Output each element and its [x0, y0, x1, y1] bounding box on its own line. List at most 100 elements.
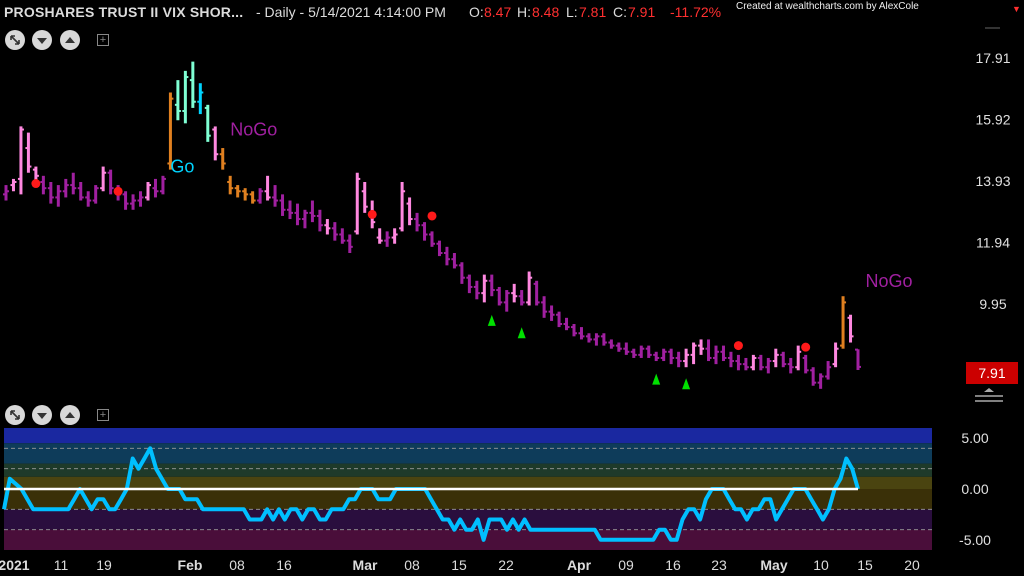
x-tick-label: 08 [404, 557, 420, 573]
price-bar [406, 197, 413, 226]
price-bar [249, 191, 256, 204]
price-bar [122, 191, 129, 210]
x-tick-label: 2021 [0, 557, 30, 573]
price-bar [518, 290, 525, 306]
price-bar [645, 345, 652, 358]
price-bar [152, 178, 159, 198]
red-dot-signal [801, 342, 811, 352]
price-bar [556, 311, 563, 328]
price-bar [257, 188, 264, 204]
x-tick-label: 15 [857, 557, 873, 573]
price-bar [780, 351, 787, 368]
price-bar [802, 354, 809, 374]
oscillator-zone-band [4, 529, 932, 550]
x-tick-label: 16 [665, 557, 681, 573]
price-bar [503, 290, 510, 312]
price-bar [757, 354, 764, 371]
price-bar [421, 222, 428, 241]
x-tick-label: Feb [178, 557, 203, 573]
x-tick-label: 09 [618, 557, 634, 573]
oscillator-y-tick-label: 5.00 [961, 430, 988, 446]
price-bar [107, 169, 114, 195]
price-bar [309, 200, 316, 223]
trend-annotation: NoGo [230, 120, 277, 140]
x-tick-label: 11 [54, 557, 69, 573]
x-tick-label: Apr [567, 557, 592, 573]
price-bar [855, 348, 861, 370]
oscillator-zone-band [4, 463, 932, 477]
price-bar [399, 182, 406, 232]
oscillator-zone-band [4, 476, 932, 489]
red-dot-signal [367, 209, 377, 219]
price-bar [795, 345, 802, 371]
price-bar [376, 228, 383, 244]
price-bar [55, 185, 62, 207]
x-tick-label: 22 [498, 557, 514, 573]
price-bar [316, 209, 323, 232]
price-bar [40, 175, 47, 195]
price-bar [675, 351, 682, 368]
price-bar [526, 271, 533, 306]
price-bar [578, 327, 585, 340]
price-bar [623, 342, 630, 355]
red-dot-signal [113, 186, 123, 196]
x-tick-label: May [760, 557, 787, 573]
price-bar [10, 178, 17, 192]
price-bar [817, 373, 824, 389]
price-bar [840, 296, 847, 349]
price-bar [62, 178, 69, 198]
price-bar [481, 274, 488, 303]
price-y-tick-label: 17.91 [975, 50, 1010, 66]
price-bar [458, 262, 465, 284]
price-scale-handle[interactable] [975, 388, 1003, 402]
price-bar [234, 185, 241, 198]
price-bar [541, 296, 548, 318]
price-bar [287, 200, 293, 220]
trend-annotation: Go [170, 157, 194, 177]
price-bar [227, 175, 234, 195]
price-bar [145, 182, 151, 201]
red-dot-signal [733, 341, 743, 351]
price-bar [600, 333, 607, 346]
price-bar [361, 182, 368, 213]
green-triangle-signal [652, 373, 661, 385]
price-bar [653, 351, 660, 362]
price-bar [17, 126, 24, 195]
price-bar [571, 324, 577, 337]
price-bar [466, 274, 473, 294]
price-bar [100, 166, 107, 192]
price-bar [533, 280, 540, 306]
x-tick-label: 23 [711, 557, 727, 573]
price-bar [137, 191, 144, 207]
price-bar [242, 188, 249, 201]
price-bar [70, 172, 77, 195]
price-bar [279, 194, 286, 216]
price-bar [384, 231, 391, 247]
price-bar [451, 253, 458, 269]
trend-annotation: NoGo [865, 271, 912, 291]
price-bar [159, 175, 166, 195]
price-bar [698, 339, 705, 355]
x-tick-label: 10 [813, 557, 829, 573]
price-bar [638, 345, 645, 358]
price-bar [339, 228, 346, 244]
price-chart: Go NoGo NoGo 17.91 15.92 13.93 11.94 9.95 5.00… [0, 27, 1011, 573]
last-price-badge: 7.91 [966, 362, 1018, 384]
x-tick-label: 16 [276, 557, 292, 573]
price-bar [77, 182, 84, 201]
price-bar [683, 348, 690, 368]
price-bar [787, 357, 794, 374]
price-y-tick-label: 9.95 [979, 296, 1006, 312]
price-bar [713, 345, 719, 365]
price-bar [772, 348, 779, 368]
price-bar [630, 348, 637, 358]
price-bar [825, 361, 832, 380]
price-bar [690, 342, 697, 365]
price-bar [354, 172, 361, 235]
x-tick-label: 20 [904, 557, 920, 573]
price-bar [92, 185, 99, 204]
price-bar [608, 339, 615, 349]
price-bar [301, 209, 308, 229]
price-bar [593, 333, 600, 346]
green-triangle-signal [682, 378, 691, 390]
